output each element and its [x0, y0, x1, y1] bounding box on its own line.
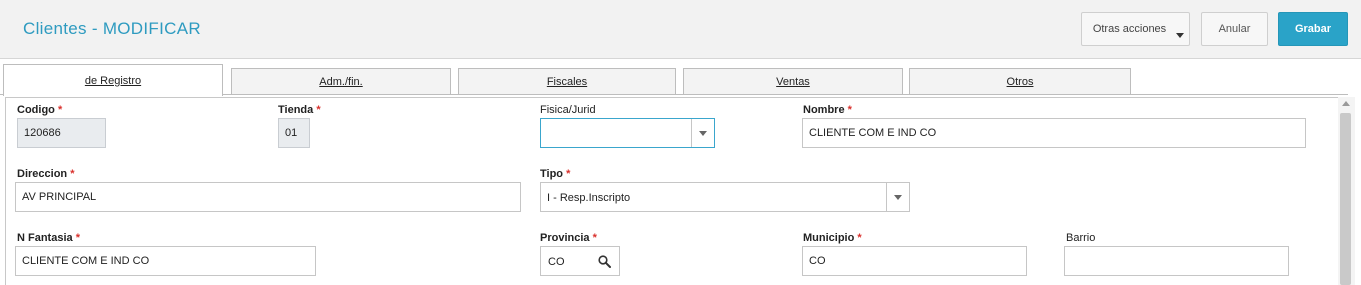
otras-acciones-button[interactable]: Otras acciones — [1081, 12, 1190, 46]
barrio-field[interactable] — [1064, 246, 1289, 276]
direccion-label: Direccion * — [17, 168, 75, 180]
grabar-button[interactable]: Grabar — [1278, 12, 1348, 46]
scroll-up-arrow-icon[interactable] — [1342, 101, 1350, 106]
n-fantasia-label: N Fantasia * — [17, 232, 80, 244]
vertical-scrollbar[interactable] — [1338, 97, 1355, 285]
provincia-field[interactable]: CO — [540, 246, 620, 276]
nombre-field[interactable] — [802, 118, 1306, 148]
tab-ventas[interactable]: Ventas — [683, 68, 903, 94]
provincia-value: CO — [548, 256, 565, 268]
chevron-down-icon[interactable] — [886, 183, 909, 211]
page-title: Clientes - MODIFICAR — [23, 19, 201, 38]
chevron-down-icon[interactable] — [691, 119, 714, 147]
municipio-field[interactable] — [802, 246, 1027, 276]
tab-otros[interactable]: Otros — [909, 68, 1131, 94]
codigo-label: Codigo * — [17, 104, 63, 116]
tab-de-registro[interactable]: de Registro — [3, 64, 223, 96]
nombre-label: Nombre * — [803, 104, 852, 116]
chevron-down-icon — [1176, 33, 1184, 38]
fisica-jurid-select[interactable] — [540, 118, 715, 148]
direccion-field[interactable] — [15, 182, 521, 212]
municipio-label: Municipio * — [803, 232, 862, 244]
otras-acciones-label: Otras acciones — [1092, 23, 1167, 35]
provincia-label: Provincia * — [540, 232, 597, 244]
n-fantasia-field[interactable] — [15, 246, 316, 276]
tipo-value: I - Resp.Inscripto — [547, 192, 631, 204]
barrio-label: Barrio — [1066, 232, 1096, 244]
tab-fiscales[interactable]: Fiscales — [458, 68, 676, 94]
tipo-label: Tipo * — [540, 168, 571, 180]
tienda-field[interactable] — [278, 118, 310, 148]
scrollbar-thumb[interactable] — [1340, 113, 1351, 285]
codigo-field[interactable] — [17, 118, 106, 148]
fisica-jurid-label: Fisica/Jurid — [540, 104, 596, 116]
tab-adm-fin[interactable]: Adm./fin. — [231, 68, 451, 94]
tipo-select[interactable]: I - Resp.Inscripto — [540, 182, 910, 212]
anular-button[interactable]: Anular — [1201, 12, 1268, 46]
page-header: Clientes - MODIFICAR Otras acciones Anul… — [0, 0, 1361, 59]
tienda-label: Tienda * — [278, 104, 321, 116]
search-icon[interactable] — [598, 255, 611, 268]
